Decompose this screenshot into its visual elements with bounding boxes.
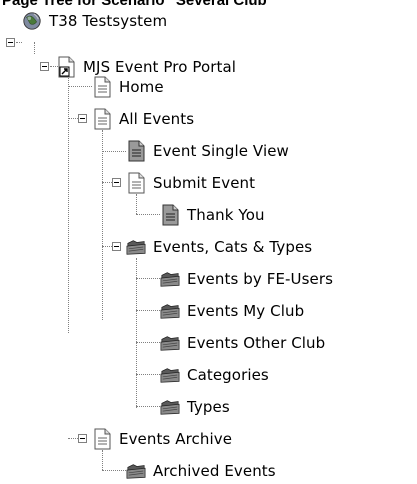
tree-node-categories[interactable]: Categories (160, 362, 269, 388)
collapse-toggle-root[interactable] (6, 38, 15, 47)
tree-connector (136, 374, 160, 375)
tree-node-submit-event[interactable]: Submit Event (126, 170, 255, 196)
page-icon (92, 108, 112, 130)
page-dark-icon (160, 204, 180, 226)
tree-node-events-cats-types[interactable]: Events, Cats & Types (126, 234, 312, 260)
tree-connector (136, 278, 160, 279)
tree-node-events-my-club[interactable]: Events My Club (160, 298, 304, 324)
tree-node-label: Types (187, 398, 230, 416)
collapse-toggle-events-archive[interactable] (78, 434, 87, 443)
tree-connector (16, 42, 22, 43)
tree-connector (68, 68, 69, 333)
tree-node-label: Categories (187, 366, 269, 384)
folder-icon (160, 332, 180, 354)
tree-node-thank-you[interactable]: Thank You (160, 202, 265, 228)
tree-node-label: Events My Club (187, 302, 305, 320)
folder-icon (126, 460, 146, 482)
tree-connector (136, 194, 137, 214)
tree-node-label: Event Single View (153, 142, 289, 160)
tree-node-events-by-fe-users[interactable]: Events by FE-Users (160, 266, 333, 292)
page-dark-icon (126, 140, 146, 162)
folder-icon (160, 268, 180, 290)
tree-node-label: Archived Events (153, 462, 276, 480)
folder-icon (160, 364, 180, 386)
page-icon (92, 76, 112, 98)
collapse-toggle-submit-event[interactable] (112, 178, 121, 187)
page-icon (92, 428, 112, 450)
tree-node-events-archive[interactable]: Events Archive (92, 426, 232, 452)
tree-connector (136, 342, 160, 343)
shortcut-page-icon (56, 56, 76, 78)
tree-node-label: Events Archive (119, 430, 233, 448)
collapse-toggle-events-cats-types[interactable] (112, 242, 121, 251)
tree-node-label: Thank You (187, 206, 265, 224)
tree-node-label: Events by FE-Users (187, 270, 334, 288)
tree-connector (102, 450, 103, 470)
tree-connector (136, 258, 137, 408)
tree-node-label: Home (119, 78, 164, 96)
tree-connector (102, 130, 103, 320)
tree-node-label: Events Other Club (187, 334, 326, 352)
tree-node-label: Submit Event (153, 174, 256, 192)
globe-icon (22, 10, 42, 32)
tree-node-types[interactable]: Types (160, 394, 230, 420)
tree-node-t38-testsystem[interactable]: T38 Testsystem (22, 8, 167, 34)
folder-icon (160, 300, 180, 322)
tree-node-label: Events, Cats & Types (153, 238, 313, 256)
collapse-toggle-all-events[interactable] (78, 114, 87, 123)
tree-node-events-other-club[interactable]: Events Other Club (160, 330, 325, 356)
tree-node-label: All Events (119, 110, 195, 128)
tree-node-home[interactable]: Home (92, 74, 164, 100)
tree-node-archived-events[interactable]: Archived Events (126, 458, 276, 484)
tree-node-label: T38 Testsystem (49, 12, 168, 30)
tree-connector (102, 151, 126, 152)
folder-icon (126, 236, 146, 258)
tree-connector (136, 310, 160, 311)
tree-connector (136, 214, 160, 215)
tree-node-all-events[interactable]: All Events (92, 106, 194, 132)
tree-connector (34, 42, 35, 54)
tree-connector (102, 470, 126, 471)
tree-node-event-single-view[interactable]: Event Single View (126, 138, 289, 164)
collapse-toggle-portal[interactable] (40, 62, 49, 71)
tree-connector (68, 86, 92, 87)
tree-connector (136, 406, 160, 407)
folder-icon (160, 396, 180, 418)
page-icon (126, 172, 146, 194)
